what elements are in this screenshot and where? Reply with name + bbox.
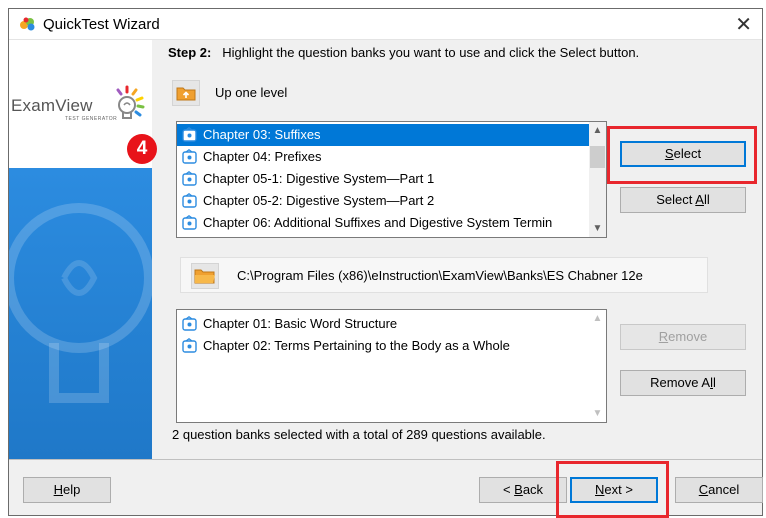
available-bank-item[interactable]: Chapter 03: Suffixes <box>177 124 606 146</box>
selected-bank-item[interactable]: Chapter 01: Basic Word Structure <box>177 313 606 335</box>
question-bank-icon <box>182 193 197 208</box>
back-button[interactable]: < Back <box>479 477 567 503</box>
question-bank-icon <box>182 127 197 142</box>
available-bank-item-label: Chapter 05-1: Digestive System—Part 1 <box>203 171 435 186</box>
browse-folder-button[interactable] <box>191 263 219 289</box>
step-text: Highlight the question banks you want to… <box>222 45 640 60</box>
remove-all-label-post: l <box>712 375 716 390</box>
selected-banks-list[interactable]: Chapter 01: Basic Word Structure Chapter … <box>176 309 607 423</box>
help-button[interactable]: Help <box>23 477 111 503</box>
select-button[interactable]: Select <box>620 141 746 167</box>
back-label-pre: < <box>502 482 515 497</box>
scroll-down-icon[interactable]: ▼ <box>589 405 606 422</box>
available-banks-list[interactable]: Chapter 03: Suffixes Chapter 04: Prefixes… <box>176 121 607 238</box>
select-all-label-post: ll <box>703 192 710 207</box>
remove-label-post: emove <box>668 329 708 344</box>
available-bank-item-label: Chapter 05-2: Digestive System—Part 2 <box>203 193 435 208</box>
up-one-level-button[interactable] <box>172 80 200 106</box>
remove-all-label-pre: Remove A <box>650 375 711 390</box>
folder-up-icon <box>176 87 196 101</box>
selected-bank-item[interactable]: Chapter 02: Terms Pertaining to the Body… <box>177 335 606 357</box>
available-scrollbar[interactable]: ▲ ▼ <box>589 122 606 237</box>
selected-banks-items: Chapter 01: Basic Word Structure Chapter … <box>177 310 606 357</box>
help-label-key: H <box>53 482 64 497</box>
select-all-label-pre: Select <box>656 192 696 207</box>
lightbulb-watermark-icon <box>9 203 152 403</box>
scroll-up-icon[interactable]: ▲ <box>589 122 606 139</box>
available-bank-item-label: Chapter 03: Suffixes <box>203 127 321 142</box>
next-button[interactable]: Next > <box>570 477 658 503</box>
available-bank-item-label: Chapter 06: Additional Suffixes and Dige… <box>203 215 553 230</box>
selected-bank-item-label: Chapter 02: Terms Pertaining to the Body… <box>203 338 510 353</box>
scroll-up-icon[interactable]: ▲ <box>589 310 606 327</box>
cancel-label-key: C <box>698 482 709 497</box>
available-bank-item[interactable]: Chapter 05-2: Digestive System—Part 2 <box>177 190 606 212</box>
available-bank-item[interactable]: Chapter 06: Additional Suffixes and Dige… <box>177 212 606 234</box>
bank-path-text: C:\Program Files (x86)\eInstruction\Exam… <box>237 268 643 283</box>
close-icon[interactable]: ✕ <box>735 12 752 37</box>
select-all-label-key: A <box>695 192 704 207</box>
help-label-post: elp <box>63 482 81 497</box>
question-bank-icon <box>182 215 197 230</box>
step-number-badge: 4 <box>127 134 157 164</box>
question-bank-icon <box>182 149 197 164</box>
remove-all-button[interactable]: Remove All <box>620 370 746 396</box>
lightbulb-icon <box>116 85 145 119</box>
scrollbar-thumb[interactable] <box>590 146 605 168</box>
available-bank-item-label: Chapter 04: Prefixes <box>203 149 322 164</box>
status-text: 2 question banks selected with a total o… <box>172 427 546 442</box>
back-label-post: ack <box>522 482 544 497</box>
sidebar-decorative-panel <box>9 168 152 460</box>
logo-text: ExamView <box>11 96 93 115</box>
step-label: Step 2: <box>168 45 212 60</box>
question-bank-icon <box>182 316 197 331</box>
available-bank-item[interactable]: Chapter 04: Prefixes <box>177 146 606 168</box>
scroll-down-icon[interactable]: ▼ <box>589 220 606 237</box>
select-all-button[interactable]: Select All <box>620 187 746 213</box>
available-bank-item[interactable]: Chapter 05-1: Digestive System—Part 1 <box>177 168 606 190</box>
examview-app-icon <box>20 17 35 31</box>
cancel-label-post: ancel <box>708 482 740 497</box>
step-instruction: Step 2: Highlight the question banks you… <box>168 45 639 60</box>
question-bank-icon <box>182 171 197 186</box>
window-title: QuickTest Wizard <box>43 16 160 33</box>
question-bank-icon <box>182 338 197 353</box>
selected-bank-item-label: Chapter 01: Basic Word Structure <box>203 316 398 331</box>
available-banks-items: Chapter 03: Suffixes Chapter 04: Prefixes… <box>177 122 606 234</box>
next-label-key: N <box>595 482 605 497</box>
footer-divider <box>9 459 762 460</box>
bank-path-bar: C:\Program Files (x86)\eInstruction\Exam… <box>180 257 708 293</box>
next-label-post: ext > <box>604 482 633 497</box>
select-label-key: S <box>664 146 674 161</box>
up-one-level-label: Up one level <box>215 85 288 100</box>
back-label-key: B <box>514 482 523 497</box>
remove-label-key: R <box>658 329 669 344</box>
cancel-button[interactable]: Cancel <box>675 477 763 503</box>
title-bar: QuickTest Wizard ✕ <box>9 9 762 40</box>
remove-button[interactable]: Remove <box>620 324 746 350</box>
select-label-post: elect <box>673 146 702 161</box>
examview-logo: ExamView TEST GENERATOR <box>11 85 145 122</box>
folder-icon <box>194 269 215 284</box>
selected-scrollbar[interactable]: ▲ ▼ <box>589 310 606 422</box>
sidebar: ExamView TEST GENERATOR <box>9 40 152 460</box>
